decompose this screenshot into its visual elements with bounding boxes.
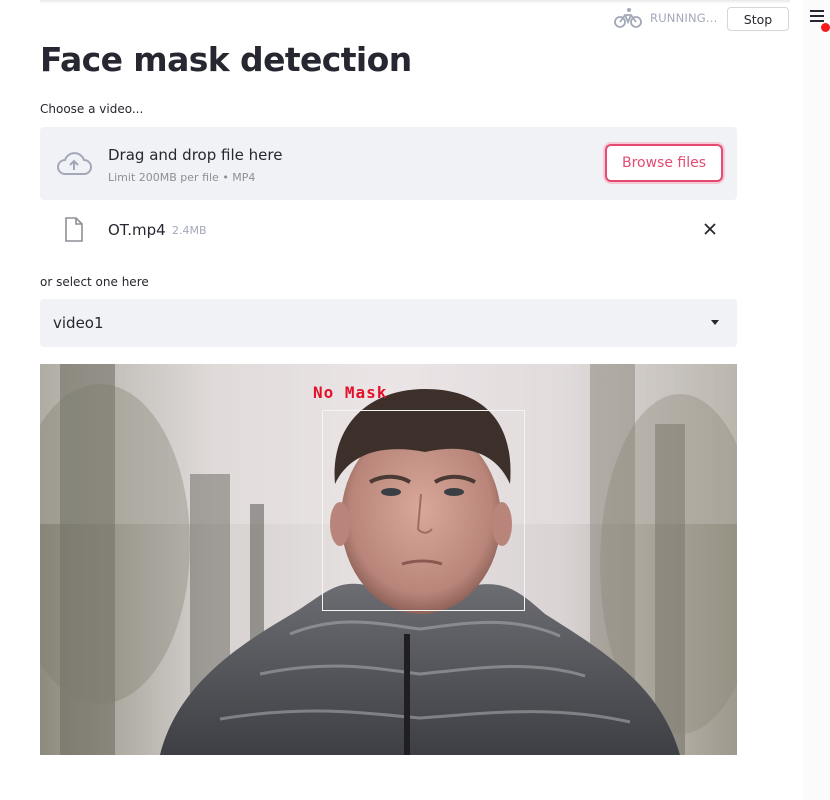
browse-files-button[interactable]: Browse files — [605, 144, 723, 182]
hamburger-icon[interactable] — [810, 10, 824, 24]
video-frame: No Mask — [40, 364, 737, 755]
dropzone-limit: Limit 200MB per file • MP4 — [108, 171, 256, 184]
bike-icon — [614, 8, 642, 28]
notification-dot — [821, 23, 830, 32]
cloud-upload-icon — [57, 152, 92, 175]
selector-label: or select one here — [40, 275, 149, 289]
file-icon — [65, 217, 83, 242]
select-value: video1 — [53, 314, 104, 332]
scrollbar-track[interactable] — [803, 0, 830, 800]
uploader-label: Choose a video... — [40, 102, 144, 116]
file-dropzone[interactable]: Drag and drop file here Limit 200MB per … — [40, 127, 737, 200]
video-select[interactable]: video1 — [40, 299, 737, 347]
uploaded-file-row: OT.mp4 2.4MB — [40, 212, 737, 248]
chevron-down-icon — [711, 320, 719, 325]
stop-button[interactable]: Stop — [727, 7, 789, 31]
header-shadow — [40, 0, 790, 4]
app-header: RUNNING... Stop — [0, 0, 830, 40]
dropzone-title: Drag and drop file here — [108, 146, 283, 164]
page-title: Face mask detection — [40, 40, 412, 79]
running-text: RUNNING... — [650, 11, 718, 25]
running-status: RUNNING... — [614, 7, 718, 29]
file-name: OT.mp4 — [108, 221, 166, 239]
file-size: 2.4MB — [172, 224, 207, 237]
detection-label: No Mask — [313, 383, 388, 402]
face-detection-box — [322, 410, 525, 611]
close-icon[interactable] — [703, 222, 717, 236]
